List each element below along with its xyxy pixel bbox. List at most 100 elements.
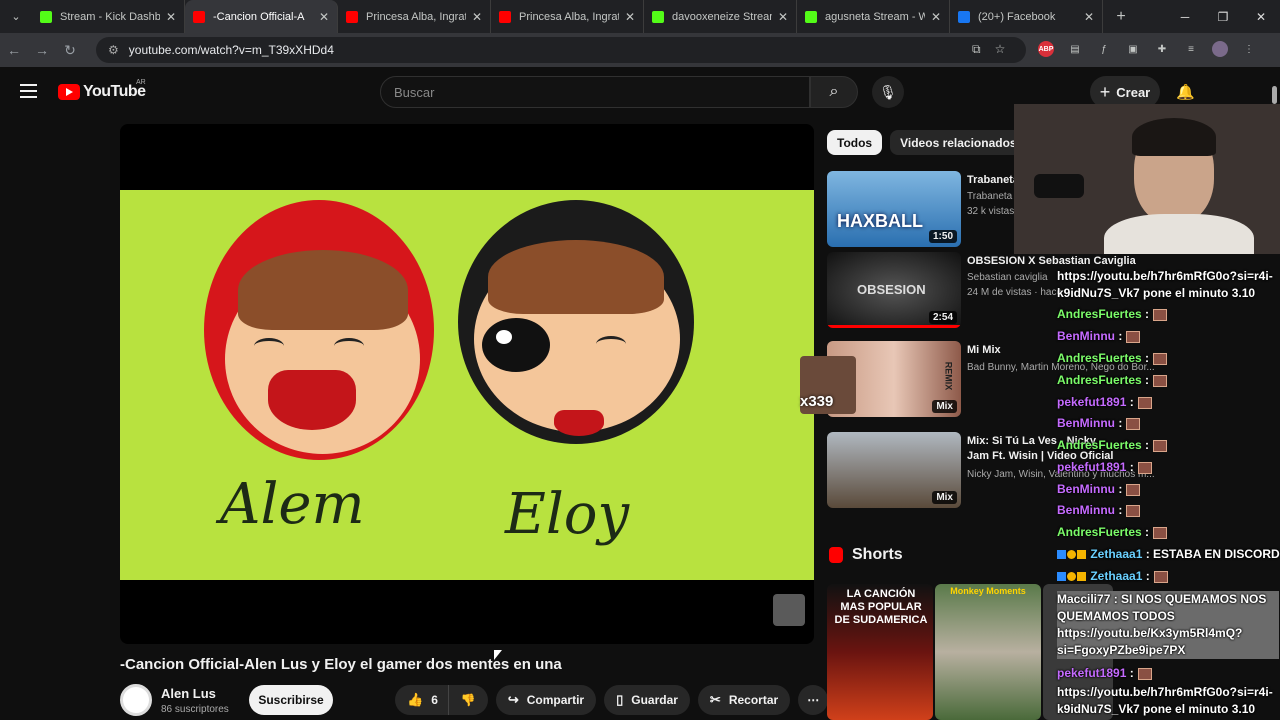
reload-icon[interactable]: ↻ <box>56 42 84 59</box>
thumbs-down-icon: 👎 <box>460 693 476 707</box>
extension-icon[interactable]: ▤ <box>1067 41 1083 57</box>
chat-user: AndresFuertes <box>1057 351 1142 365</box>
eye-right-big <box>482 318 550 372</box>
profile-avatar[interactable] <box>1212 41 1228 57</box>
search-button[interactable]: ⌕ <box>810 76 858 108</box>
voice-search-button[interactable]: 🎙 <box>872 76 904 108</box>
channel-info[interactable]: Alen Lus 86 suscriptores <box>120 684 229 716</box>
scissors-icon: ✂ <box>709 692 721 707</box>
video-thumbnail[interactable]: OBSESION 2:54 <box>827 252 961 328</box>
chat-message: AndresFuertes : <box>1057 438 1168 452</box>
like-button[interactable]: 👍 6 <box>395 685 448 715</box>
close-tab-icon[interactable]: ✕ <box>166 10 176 24</box>
chat-message: BenMinnu : <box>1057 482 1141 496</box>
hair-left <box>238 250 408 330</box>
more-icon: ⋯ <box>807 693 820 707</box>
player-overlay-button[interactable] <box>773 594 805 626</box>
eye-left <box>254 338 284 354</box>
subscribe-button[interactable]: Suscribirse <box>249 685 333 715</box>
close-tab-icon[interactable]: ✕ <box>778 10 788 24</box>
clip-button[interactable]: ✂ Recortar <box>697 685 791 715</box>
youtube-logo[interactable]: YouTube AR <box>58 79 146 101</box>
new-tab-button[interactable]: + <box>1103 8 1139 26</box>
mouth-left <box>268 370 356 430</box>
hamburger-menu-icon[interactable] <box>20 84 37 102</box>
extension-icon[interactable]: ƒ <box>1096 41 1112 57</box>
extension-icon[interactable]: ▣ <box>1125 41 1141 57</box>
chip-todos[interactable]: Todos <box>827 130 883 155</box>
browser-tab[interactable]: -Cancion Official-A ✕ <box>185 0 338 33</box>
channel-name[interactable]: Alen Lus <box>161 686 229 701</box>
page-scrollbar[interactable] <box>1272 86 1277 104</box>
address-bar[interactable]: ⚙ youtube.com/watch?v=m_T39xXHDd4 <box>96 37 1026 63</box>
mix-badge: Mix <box>932 491 957 504</box>
emote-icon <box>1126 504 1141 517</box>
chat-user: AndresFuertes <box>1057 373 1142 387</box>
search-input[interactable]: Buscar <box>380 76 810 108</box>
close-tab-icon[interactable]: ✕ <box>625 10 635 24</box>
chat-message-highlighted: Maccili77 : SI NOS QUEMAMOS NOS QUEMAMOS… <box>1057 591 1279 659</box>
close-window-icon[interactable]: ✕ <box>1242 0 1280 33</box>
tab-title: (20+) Facebook <box>978 10 1056 23</box>
chip-related[interactable]: Videos relacionados <box>890 130 1027 155</box>
site-info-icon[interactable]: ⚙ <box>108 43 119 57</box>
video-player[interactable]: Alem Eloy <box>120 124 814 644</box>
forward-icon[interactable]: → <box>28 42 56 58</box>
browser-tab[interactable]: davooxeneize Stream ✕ <box>644 0 797 33</box>
subscriber-count: 86 suscriptores <box>161 703 229 715</box>
watch-progress-bar <box>827 325 961 328</box>
badge-icon <box>1067 550 1076 560</box>
emote-icon <box>1153 352 1168 365</box>
search-placeholder: Buscar <box>394 84 435 100</box>
bookmark-star-icon[interactable]: ☆ <box>995 42 1006 57</box>
tab-search-icon[interactable]: ⌄ <box>0 0 32 33</box>
window-controls: ─ ❐ ✕ <box>1166 0 1280 33</box>
emote-icon <box>1153 570 1168 583</box>
chat-text: ESTABA EN DISCORD <box>1153 547 1280 561</box>
restore-icon[interactable]: ❐ <box>1204 0 1242 33</box>
tab-title: Stream - Kick Dashboa <box>60 10 160 23</box>
save-label: Guardar <box>631 693 678 707</box>
browser-tab[interactable]: Princesa Alba, Ingrata ✕ <box>491 0 644 33</box>
chat-message: pekefut1891 : <box>1057 395 1152 409</box>
browser-tab[interactable]: Princesa Alba, Ingrata ✕ <box>338 0 491 33</box>
browser-tab[interactable]: (20+) Facebook ✕ <box>950 0 1103 33</box>
emote-icon <box>1137 667 1152 680</box>
menu-kebab-icon[interactable]: ⋮ <box>1241 41 1257 57</box>
duration-badge: 1:50 <box>928 230 957 243</box>
webcam-overlay <box>1014 104 1280 254</box>
channel-avatar[interactable] <box>120 684 152 716</box>
save-button[interactable]: ▯ Guardar <box>604 685 690 715</box>
shorts-heading: Shorts <box>829 546 903 564</box>
share-button[interactable]: ↪ Compartir <box>495 685 597 715</box>
video-thumbnail[interactable]: HAXBALL 1:50 <box>827 171 961 247</box>
minimize-icon[interactable]: ─ <box>1166 0 1204 33</box>
short-item[interactable]: Monkey Moments <box>935 584 1041 720</box>
shorts-icon <box>829 547 843 563</box>
close-tab-icon[interactable]: ✕ <box>472 10 482 24</box>
emote-icon <box>1153 526 1168 539</box>
browser-tab[interactable]: Stream - Kick Dashboa ✕ <box>32 0 185 33</box>
adblock-icon[interactable]: ABP <box>1038 41 1054 57</box>
more-actions-button[interactable]: ⋯ <box>798 685 829 715</box>
emote-icon <box>1137 461 1152 474</box>
badge-icon <box>1057 572 1066 582</box>
close-tab-icon[interactable]: ✕ <box>931 10 941 24</box>
close-tab-icon[interactable]: ✕ <box>319 10 329 24</box>
country-code: AR <box>136 79 146 86</box>
chat-user: pekefut1891 <box>1057 666 1127 680</box>
close-tab-icon[interactable]: ✕ <box>1084 10 1094 24</box>
youtube-play-icon <box>58 84 80 100</box>
browser-tab[interactable]: agusneta Stream - Wa ✕ <box>797 0 950 33</box>
short-item[interactable]: LA CANCIÓN MAS POPULAR DE SUDAMERICA <box>827 584 933 720</box>
thumbs-up-icon: 👍 <box>407 692 424 707</box>
puzzle-icon[interactable]: ✚ <box>1154 41 1170 57</box>
clip-label: Recortar <box>728 693 779 707</box>
streamer-shirt <box>1104 214 1254 254</box>
install-app-icon[interactable]: ⧉ <box>972 42 981 57</box>
video-thumbnail[interactable]: Mix <box>827 432 961 508</box>
dislike-button[interactable]: 👎 <box>447 685 488 715</box>
notifications-bell-icon[interactable]: 🔔 <box>1176 83 1195 101</box>
back-icon[interactable]: ← <box>0 42 28 58</box>
media-icon[interactable]: ≡ <box>1183 41 1199 57</box>
